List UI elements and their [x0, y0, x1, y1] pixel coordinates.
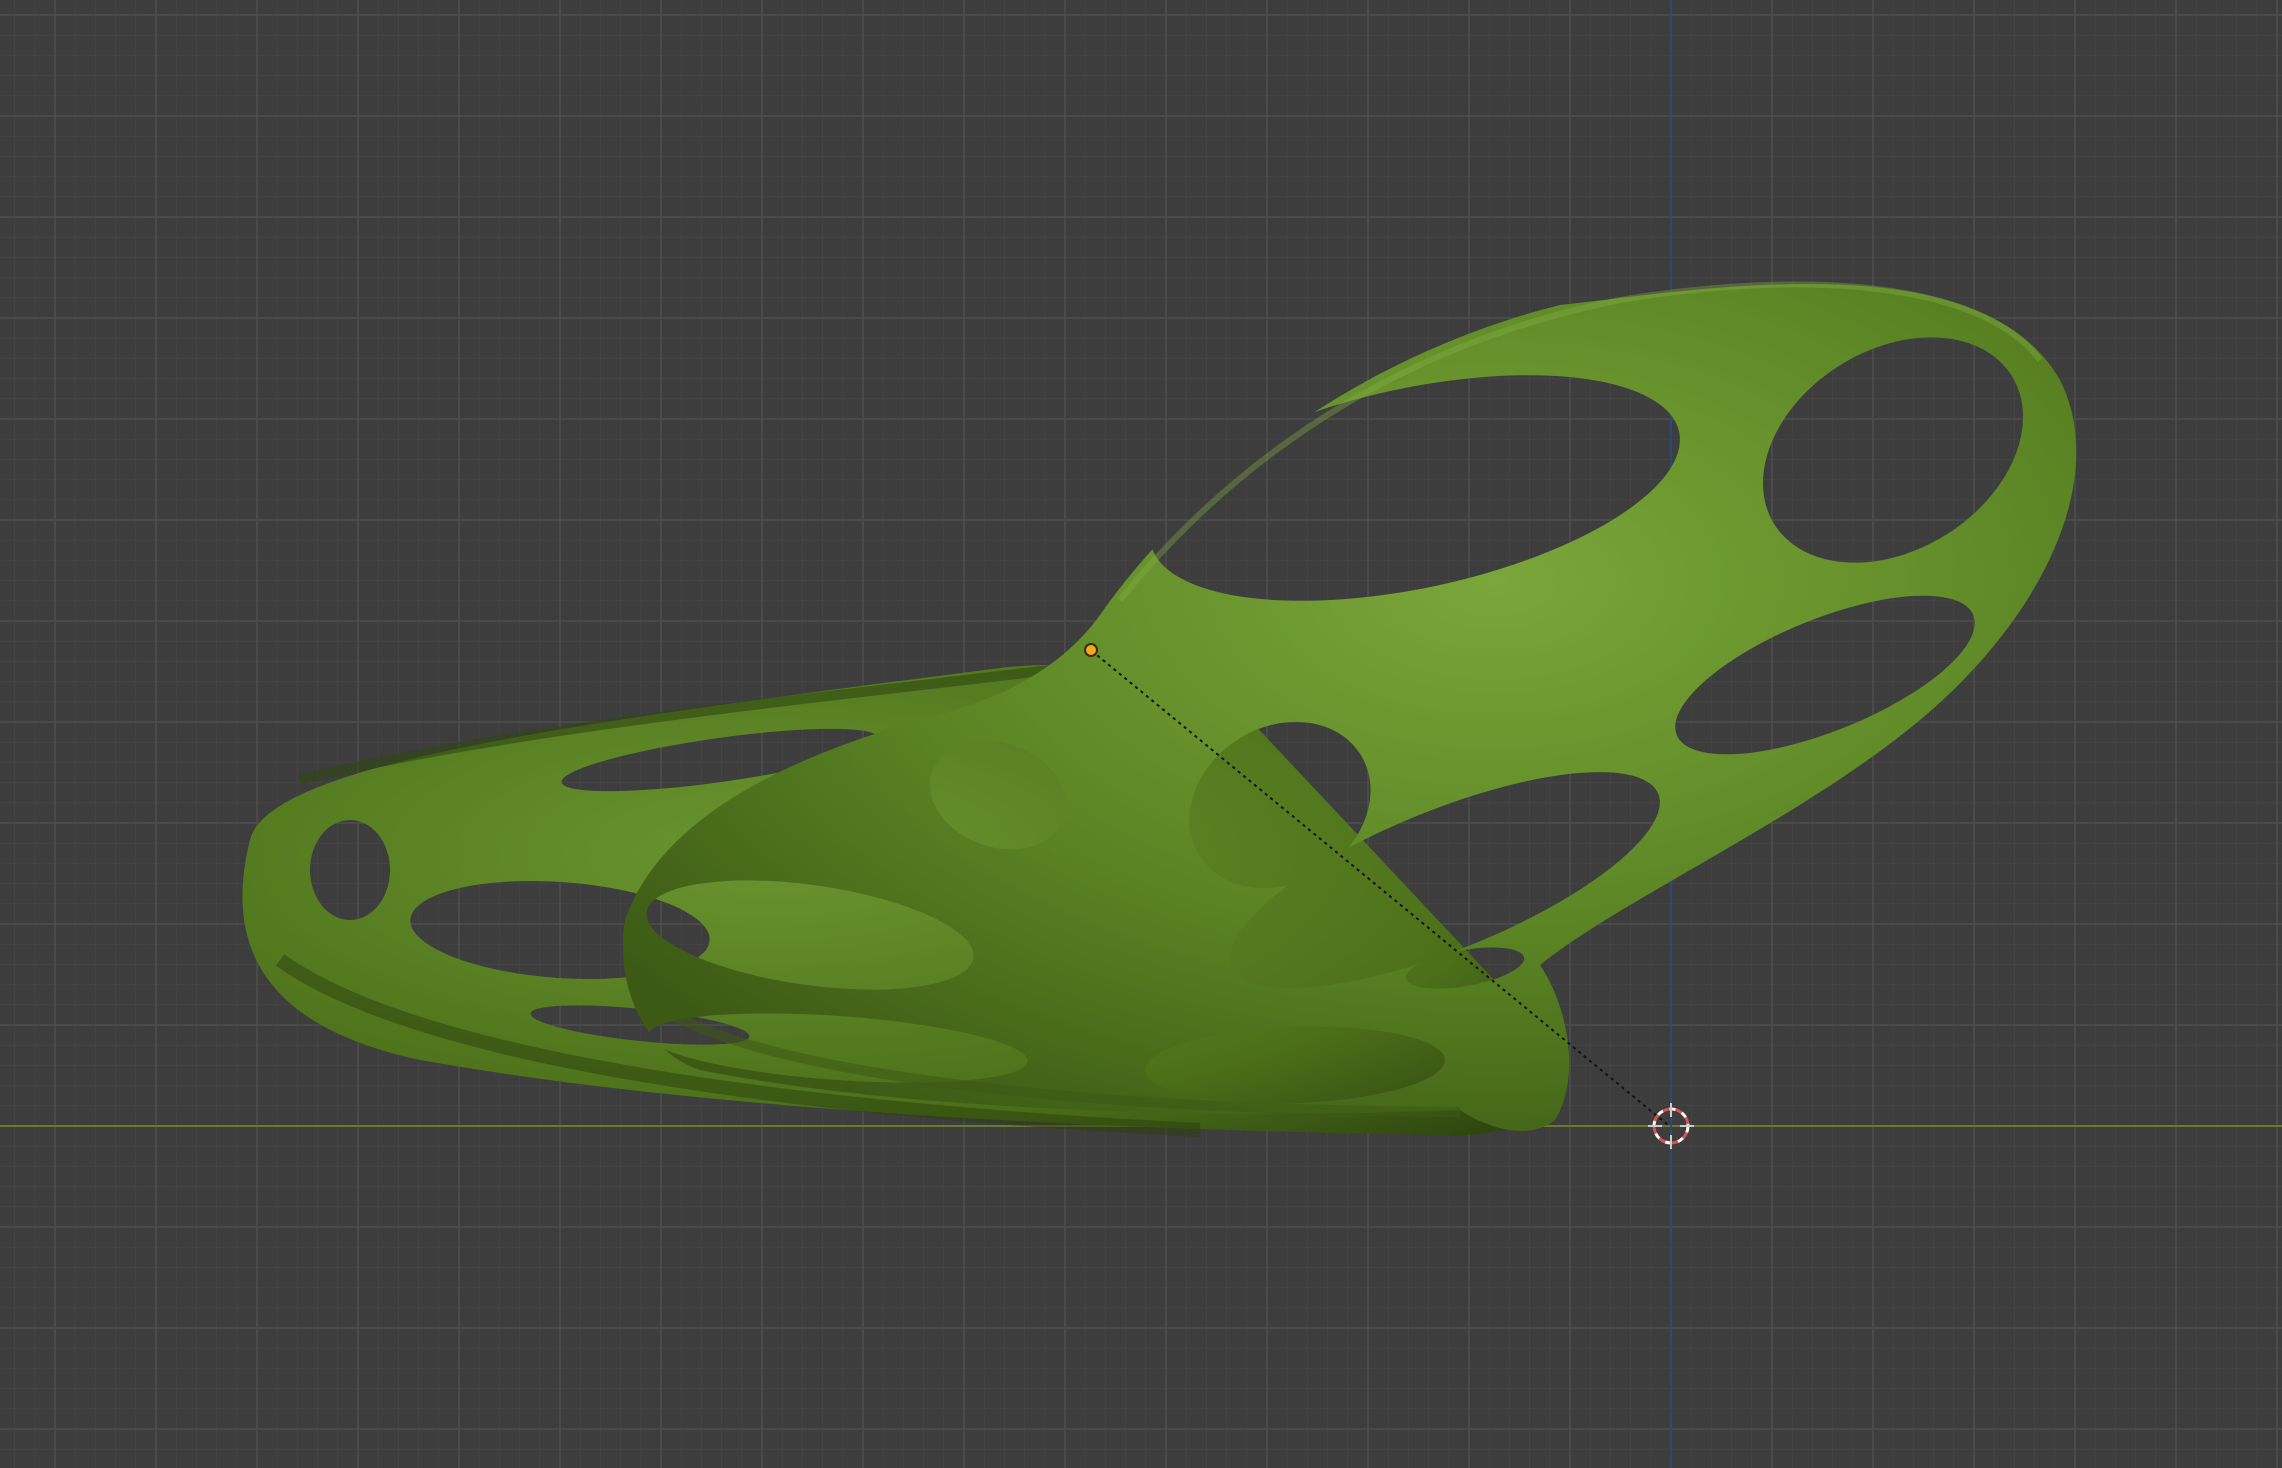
3d-viewport[interactable]: [0, 0, 2282, 1468]
object-origin-dot[interactable]: [1084, 643, 1098, 657]
viewport-canvas[interactable]: [0, 0, 2282, 1468]
